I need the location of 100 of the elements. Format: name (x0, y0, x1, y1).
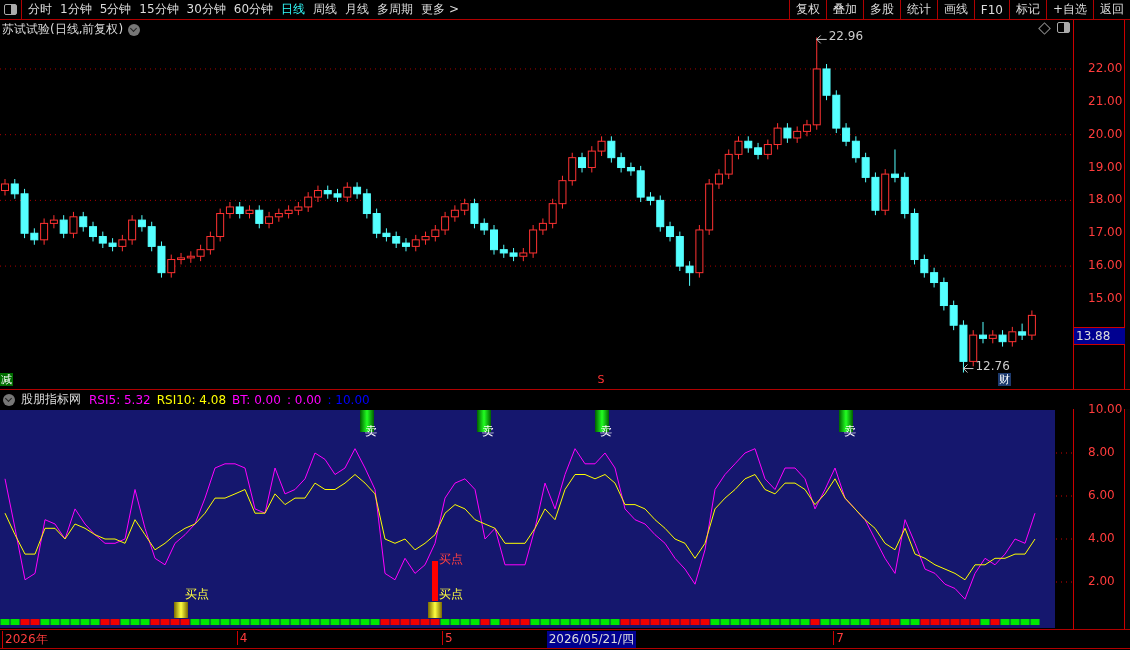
signal-label: 卖 (482, 423, 495, 440)
candle (421, 231, 430, 246)
event-marker[interactable]: 减 (0, 373, 13, 386)
indicator-value: : 10.00 (327, 392, 370, 407)
toolbar-button[interactable]: 多股 (862, 0, 900, 19)
axis-label: 16.00 (1088, 258, 1123, 273)
candle (441, 211, 450, 236)
candle (323, 185, 332, 200)
candle (450, 204, 459, 223)
axis-label: 2.00 (1088, 574, 1115, 588)
toolbar-button[interactable]: 统计 (899, 0, 937, 19)
candle (274, 208, 283, 223)
toolbar-button[interactable]: F10 (973, 0, 1009, 19)
chevron-down-icon[interactable] (128, 23, 141, 36)
panel-icon (4, 4, 17, 15)
candle (587, 145, 596, 173)
candle (558, 175, 567, 210)
candle (1008, 326, 1017, 348)
candle (206, 231, 215, 256)
candle (744, 135, 753, 154)
candle (617, 152, 626, 173)
date-label: 7 (833, 631, 844, 645)
event-marker[interactable]: S (596, 373, 606, 386)
candle (509, 247, 518, 262)
indicator-value: RSI10: 4.08 (156, 392, 227, 407)
panel-icon[interactable] (1057, 22, 1070, 33)
date-label: 2026年 (2, 631, 48, 648)
axis-label: 18.00 (1088, 192, 1123, 207)
candle (793, 125, 802, 144)
chart-title: 苏试试验(日线,前复权) (2, 21, 124, 38)
candle (411, 234, 420, 252)
date-label: 5 (442, 631, 453, 645)
axis-label: 22.00 (1088, 60, 1123, 75)
indicator-value: : 0.00 (286, 392, 322, 407)
period-tab[interactable]: 1分钟 (60, 1, 92, 18)
period-tab[interactable]: 15分钟 (139, 1, 179, 18)
period-tab[interactable]: 30分钟 (186, 1, 226, 18)
candle (998, 329, 1007, 348)
candle (235, 201, 244, 219)
candle (763, 139, 772, 160)
signal-label: 买点 (185, 586, 210, 603)
candle (773, 122, 782, 150)
event-marker[interactable]: 财 (997, 373, 1011, 386)
candle (607, 135, 616, 164)
buy-signal-bar (428, 602, 443, 618)
candle (79, 211, 88, 233)
period-tab[interactable]: 5分钟 (99, 1, 132, 18)
high-price-label: 22.96 (828, 29, 864, 44)
axis-label: 6.00 (1088, 488, 1115, 502)
axis-label: 21.00 (1088, 93, 1123, 108)
chevron-down-icon[interactable] (3, 393, 15, 406)
axis-label: 10.00 (1088, 402, 1123, 416)
candle (754, 142, 763, 160)
candle (265, 211, 274, 229)
arrow-icon (962, 364, 974, 374)
candle (98, 231, 107, 249)
signal-label: 卖 (364, 423, 377, 440)
signal-label: 买点 (439, 586, 464, 603)
indicator-name: 股朋指标网 (21, 391, 81, 408)
toolbar-button[interactable]: 返回 (1093, 0, 1130, 19)
period-tab[interactable]: 分时 (28, 1, 52, 18)
period-tab[interactable]: 更多 > (421, 1, 459, 18)
axis-label: 15.00 (1088, 290, 1123, 305)
candle (196, 244, 205, 262)
indicator-value: BT: 0.00 (232, 392, 281, 407)
date-label: 4 (236, 631, 248, 645)
candle (783, 122, 792, 144)
axis-label: 4.00 (1088, 531, 1115, 545)
axis-label: 19.00 (1088, 159, 1123, 174)
signal-label: 买点 (439, 551, 464, 568)
candle (69, 211, 78, 239)
axis-label: 20.00 (1088, 126, 1123, 141)
candle (431, 224, 440, 242)
candle (851, 135, 860, 164)
toolbar-button[interactable]: 标记 (1008, 0, 1046, 19)
indicator-value: RSI5: 5.32 (89, 392, 151, 407)
axis-label: 17.00 (1088, 225, 1123, 240)
toolbar-button[interactable]: 复权 (788, 0, 826, 19)
candle (313, 185, 322, 203)
current-price-tag: 13.88 (1074, 326, 1125, 345)
period-tab[interactable]: 周线 (313, 1, 338, 18)
signal-label: 卖 (599, 423, 612, 440)
arrow-icon (816, 34, 828, 44)
candle (392, 231, 401, 249)
toolbar-button[interactable]: 画线 (936, 0, 974, 19)
toolbar-button[interactable]: +自选 (1045, 0, 1093, 19)
period-tab[interactable]: 日线 (281, 1, 306, 18)
candle (108, 237, 117, 252)
buy-signal-bar (174, 602, 189, 618)
toolbar-button[interactable]: 叠加 (825, 0, 863, 19)
candle (900, 171, 909, 219)
period-tab[interactable]: 月线 (345, 1, 370, 18)
period-tab[interactable]: 60分钟 (233, 1, 274, 18)
period-tab[interactable]: 多周期 (377, 1, 414, 18)
axis-label: 8.00 (1088, 445, 1115, 459)
candle (284, 204, 293, 219)
candle (734, 135, 743, 160)
candle (597, 135, 606, 157)
candle (186, 250, 195, 264)
low-price-label: 12.76 (975, 358, 1010, 373)
